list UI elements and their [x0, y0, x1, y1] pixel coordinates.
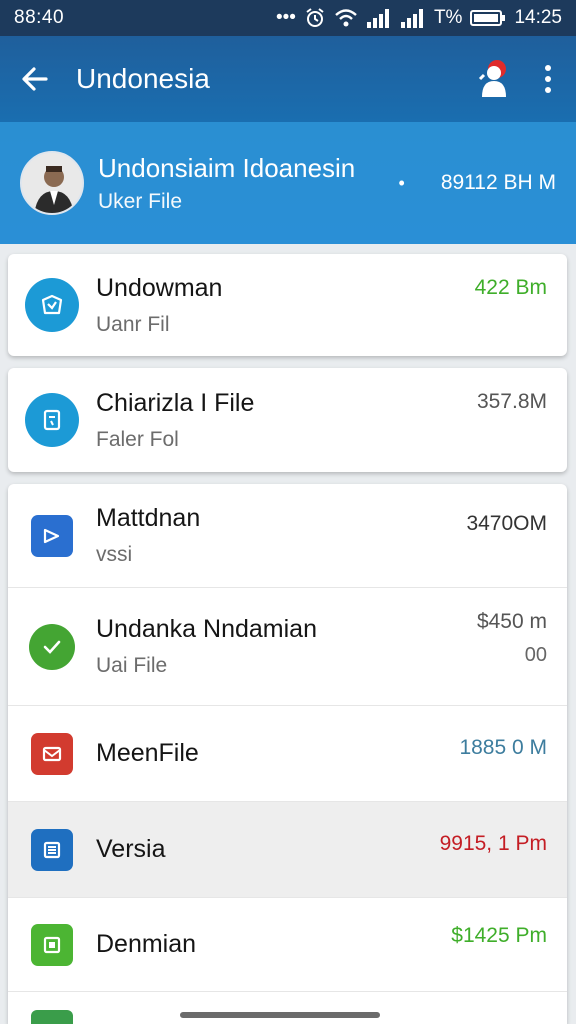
app-bar: Undonesia — [0, 36, 576, 122]
item-title: Chiarizla I File — [96, 388, 255, 417]
header-subtitle: Uker File — [98, 190, 183, 213]
item-size: $1425 Pm — [451, 924, 547, 947]
file-card-2[interactable]: Chiarizla I File Faler Fol 357.8M — [8, 368, 567, 472]
battery-icon — [470, 10, 506, 26]
item-subtitle: Uanr Fil — [96, 312, 170, 336]
item-title: Versia — [96, 835, 166, 863]
file-list: Mattdnan vssi 3470OM Undanka Nndamian Ua… — [8, 484, 567, 1024]
header-text: Undonsiaim Idoanesin Uker File — [98, 152, 399, 214]
item-size: 422 Bm — [474, 276, 547, 299]
list-item[interactable]: Mattdnan vssi 3470OM — [8, 484, 567, 588]
page-title: Undonesia — [76, 63, 210, 94]
list-item[interactable]: MeenFile 1885 0 M — [8, 706, 567, 802]
list-item-partial[interactable] — [8, 992, 567, 1024]
list-item[interactable]: Undowman Uanr Fil 422 Bm — [8, 254, 567, 356]
home-indicator[interactable] — [180, 1012, 380, 1018]
check-icon — [29, 623, 75, 670]
list-item[interactable]: Denmian $1425 Pm — [8, 898, 567, 992]
file-icon — [25, 393, 79, 447]
document-icon — [31, 828, 73, 871]
item-title: MeenFile — [96, 739, 199, 767]
item-size: 1885 0 M — [459, 736, 547, 759]
signal-icon — [366, 9, 389, 28]
status-icons: ••• T% 14:25 — [276, 7, 562, 29]
item-subtitle: Faler Fol — [96, 427, 179, 451]
item-title: Undowman — [96, 273, 223, 302]
avatar — [20, 151, 84, 215]
status-bar: 88:40 ••• T% 14:25 — [0, 0, 576, 36]
item-subtitle: vssi — [96, 543, 133, 566]
alarm-icon — [306, 8, 324, 27]
file-card-1[interactable]: Undowman Uanr Fil 422 Bm — [8, 254, 567, 356]
item-size: 357.8M — [476, 390, 547, 413]
item-subtitle: Uai File — [96, 654, 168, 677]
item-size-extra: 00 — [524, 644, 547, 666]
partial-item-icon — [31, 1010, 73, 1024]
item-title: Undanka Nndamian — [96, 615, 317, 643]
profile-header[interactable]: Undonsiaim Idoanesin Uker File • 89112 B… — [0, 122, 576, 244]
item-title: Denmian — [96, 930, 197, 958]
status-time: 88:40 — [14, 7, 65, 28]
header-size: 89112 BH M — [440, 171, 556, 194]
item-size: 3470OM — [466, 512, 547, 535]
mail-icon — [31, 732, 73, 775]
item-title: Mattdnan — [96, 504, 201, 532]
list-item[interactable]: Versia 9915, 1 Pm — [8, 802, 567, 898]
item-size: $450 m — [476, 610, 547, 633]
item-size: 9915, 1 Pm — [439, 832, 547, 855]
more-vert-icon[interactable] — [538, 62, 558, 96]
battery-percent: T% — [433, 7, 463, 28]
list-item[interactable]: Chiarizla I File Faler Fol 357.8M — [8, 368, 567, 472]
signal-icon-2 — [400, 9, 423, 28]
user-icon[interactable] — [472, 57, 516, 101]
status-dots: ••• — [275, 7, 296, 28]
header-dot: • — [398, 172, 405, 193]
video-icon — [31, 514, 73, 557]
folder-icon — [25, 278, 79, 332]
wifi-icon — [335, 9, 357, 27]
list-item[interactable]: Undanka Nndamian Uai File $450 m 00 — [8, 588, 567, 706]
image-icon — [31, 923, 73, 966]
header-title: Undonsiaim Idoanesin — [98, 153, 356, 183]
back-arrow-icon[interactable] — [18, 62, 52, 96]
status-clock: 14:25 — [514, 7, 562, 28]
